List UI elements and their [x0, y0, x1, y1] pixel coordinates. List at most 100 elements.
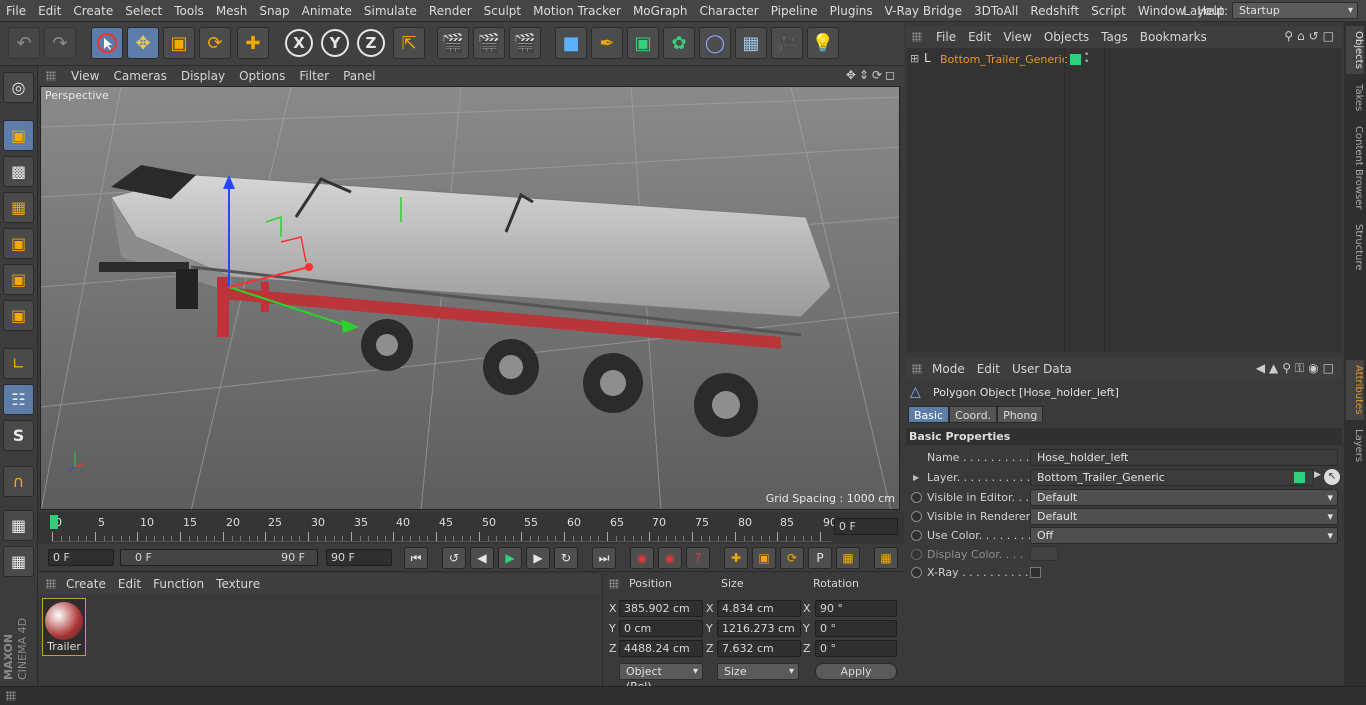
size-y-field[interactable]: 1216.273 cm: [717, 620, 801, 637]
object-manager-nav-icons[interactable]: ⚲⌂↺□: [1284, 29, 1338, 43]
key-scale-button[interactable]: ▣: [752, 547, 776, 569]
axis-mode-button[interactable]: ∟: [3, 348, 34, 379]
layout-dropdown[interactable]: Startup: [1232, 2, 1358, 19]
animate-radio[interactable]: [911, 567, 922, 578]
scale-tool-button[interactable]: ▣: [163, 27, 195, 59]
material-swatch[interactable]: Trailer: [42, 598, 86, 656]
menu-motion-tracker[interactable]: Motion Tracker: [527, 4, 627, 18]
go-to-start-button[interactable]: ⏮: [404, 547, 428, 569]
position-z-field[interactable]: 4488.24 cm: [619, 640, 703, 657]
menu-animate[interactable]: Animate: [296, 4, 358, 18]
add-deformer-button[interactable]: ◯: [699, 27, 731, 59]
planar-workplane-button[interactable]: ▦: [3, 546, 34, 577]
object-row[interactable]: ⊞ L Bottom_Trailer_Generic • •: [906, 51, 1342, 69]
undo-button[interactable]: ↶: [8, 27, 40, 59]
name-field[interactable]: Hose_holder_left: [1030, 449, 1338, 466]
tweak-mode-button[interactable]: ☷: [3, 384, 34, 415]
object-name[interactable]: Bottom_Trailer_Generic: [940, 53, 1068, 66]
keyframe-selection-button[interactable]: ?: [686, 547, 710, 569]
menu-select[interactable]: Select: [119, 4, 168, 18]
start-frame-field[interactable]: 0 F: [48, 549, 114, 566]
move-tool-button[interactable]: ✥: [127, 27, 159, 59]
key-pla-button[interactable]: ▦: [836, 547, 860, 569]
material-menu-edit[interactable]: Edit: [112, 577, 147, 591]
menu-mograph[interactable]: MoGraph: [627, 4, 694, 18]
menu-simulate[interactable]: Simulate: [358, 4, 423, 18]
viewport-menu-cameras[interactable]: Cameras: [106, 69, 173, 83]
attribute-menu-user-data[interactable]: User Data: [1006, 362, 1078, 376]
menu-render[interactable]: Render: [423, 4, 478, 18]
menu-create[interactable]: Create: [67, 4, 119, 18]
material-menu-function[interactable]: Function: [147, 577, 210, 591]
rotation-h-field[interactable]: 90 °: [815, 600, 897, 617]
key-parameter-button[interactable]: P: [808, 547, 832, 569]
object-menu-view[interactable]: View: [997, 30, 1037, 44]
play-button[interactable]: ▶: [498, 547, 522, 569]
object-menu-bookmarks[interactable]: Bookmarks: [1134, 30, 1213, 44]
object-menu-edit[interactable]: Edit: [962, 30, 997, 44]
x-axis-lock-button[interactable]: X: [285, 29, 313, 57]
polygons-mode-button[interactable]: ▣: [3, 300, 34, 331]
menu-character[interactable]: Character: [693, 4, 764, 18]
menu-tools[interactable]: Tools: [168, 4, 210, 18]
menu-sculpt[interactable]: Sculpt: [478, 4, 527, 18]
side-tab-objects[interactable]: Objects: [1346, 26, 1364, 74]
menu-edit[interactable]: Edit: [32, 4, 67, 18]
menu-script[interactable]: Script: [1085, 4, 1132, 18]
snap-button[interactable]: ∩: [3, 466, 34, 497]
auto-key-button[interactable]: ◉: [658, 547, 682, 569]
viewport-menu-filter[interactable]: Filter: [292, 69, 336, 83]
layer-pick-icon[interactable]: ↖: [1324, 469, 1340, 485]
animate-radio[interactable]: [911, 511, 922, 522]
timeline-window-button[interactable]: ▦: [874, 547, 898, 569]
layer-arrow-icon[interactable]: ▶: [1314, 470, 1321, 480]
redo-button[interactable]: ↷: [44, 27, 76, 59]
side-tab-takes[interactable]: Takes: [1346, 80, 1364, 116]
make-editable-button[interactable]: ◎: [3, 72, 34, 103]
menu-mesh[interactable]: Mesh: [210, 4, 254, 18]
preview-range-slider[interactable]: 0 F 90 F: [120, 549, 318, 566]
current-frame-field[interactable]: 0 F: [834, 518, 898, 535]
menu-redshift[interactable]: Redshift: [1024, 4, 1085, 18]
size-z-field[interactable]: 7.632 cm: [717, 640, 801, 657]
size-x-field[interactable]: 4.834 cm: [717, 600, 801, 617]
solo-button[interactable]: S: [3, 420, 34, 451]
rotation-b-field[interactable]: 0 °: [815, 640, 897, 657]
menu-3dtoall[interactable]: 3DToAll: [968, 4, 1024, 18]
viewport-menu-display[interactable]: Display: [174, 69, 232, 83]
next-key-button[interactable]: ↻: [554, 547, 578, 569]
visible-editor-dropdown[interactable]: Default: [1030, 489, 1338, 506]
material-menu-create[interactable]: Create: [60, 577, 112, 591]
layer-field[interactable]: Bottom_Trailer_Generic: [1030, 469, 1314, 486]
expand-plus-icon[interactable]: ⊞: [910, 52, 919, 65]
use-color-dropdown[interactable]: Off: [1030, 527, 1338, 544]
position-y-field[interactable]: 0 cm: [619, 620, 703, 637]
object-menu-objects[interactable]: Objects: [1038, 30, 1095, 44]
record-button[interactable]: ◉: [630, 547, 654, 569]
add-floor-button[interactable]: ▦: [735, 27, 767, 59]
add-cloner-button[interactable]: ✿: [663, 27, 695, 59]
add-spline-pen-button[interactable]: ✒: [591, 27, 623, 59]
xray-checkbox[interactable]: [1030, 567, 1041, 578]
render-settings-button[interactable]: 🎬: [509, 27, 541, 59]
render-to-picture-viewer-button[interactable]: 🎬: [473, 27, 505, 59]
side-tab-attributes[interactable]: Attributes: [1346, 360, 1364, 420]
menu-file[interactable]: File: [0, 4, 32, 18]
coordinate-system-button[interactable]: ⇱: [393, 27, 425, 59]
animate-radio[interactable]: [911, 530, 922, 541]
animate-radio[interactable]: [911, 492, 922, 503]
next-frame-button[interactable]: ▶: [526, 547, 550, 569]
attribute-menu-edit[interactable]: Edit: [971, 362, 1006, 376]
model-mode-button[interactable]: ▣: [3, 120, 34, 151]
go-to-end-button[interactable]: ⏭: [592, 547, 616, 569]
timeline-ruler[interactable]: 0 5 10 15 20 25 30 35 40 45 50 55 60 65 70 75 80 85 90 0 F: [38, 512, 904, 544]
live-selection-button[interactable]: [91, 27, 123, 59]
key-position-button[interactable]: ✚: [724, 547, 748, 569]
viewport-menu-options[interactable]: Options: [232, 69, 292, 83]
tab-basic[interactable]: Basic: [908, 406, 950, 423]
object-menu-file[interactable]: File: [930, 30, 962, 44]
menu-vray-bridge[interactable]: V-Ray Bridge: [879, 4, 968, 18]
workplane-lock-button[interactable]: ▦: [3, 510, 34, 541]
layer-color-swatch[interactable]: [1070, 54, 1081, 65]
texture-mode-button[interactable]: ▩: [3, 156, 34, 187]
